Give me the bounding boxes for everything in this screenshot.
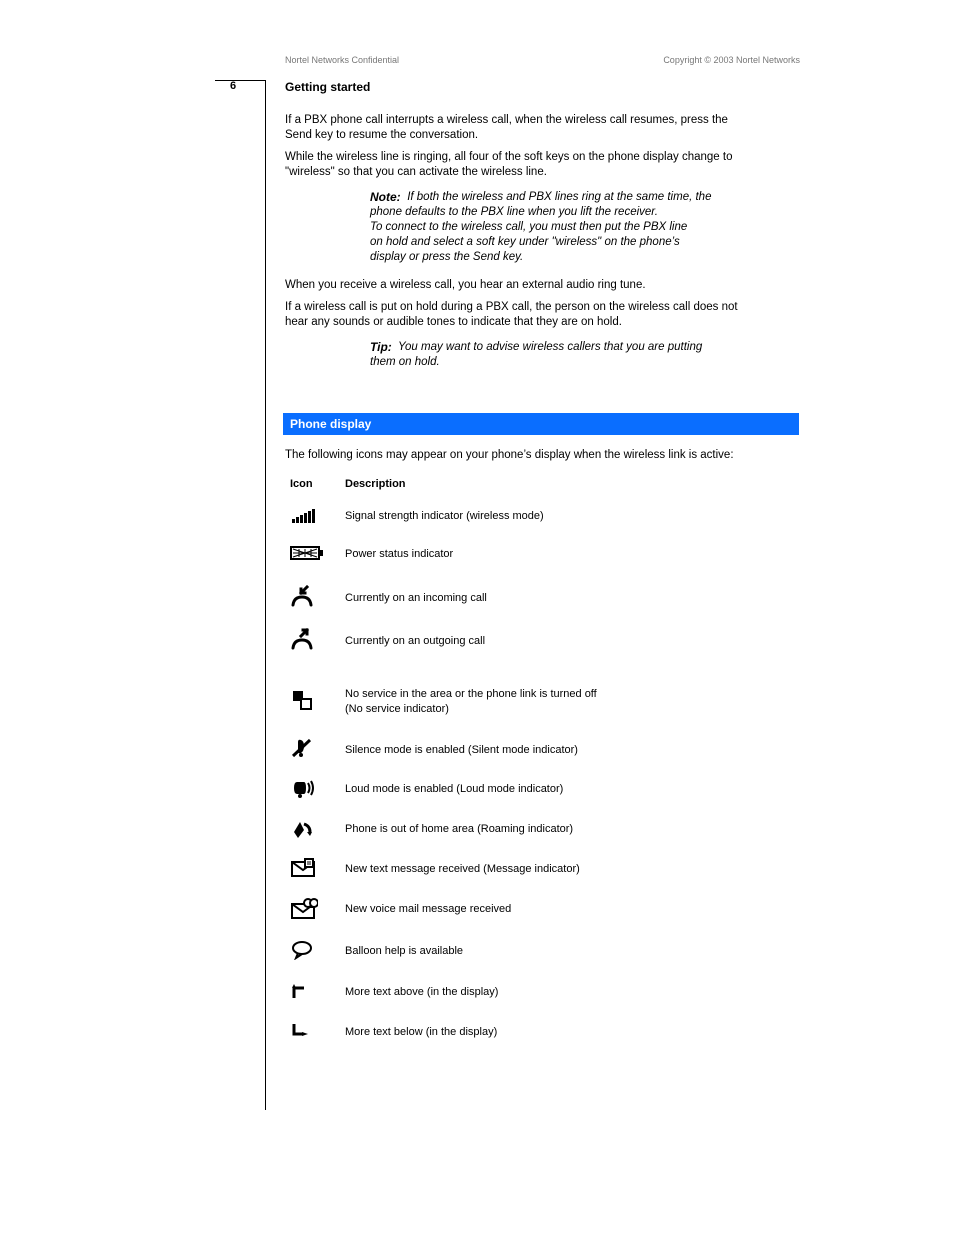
loud-mode-icon <box>290 778 320 808</box>
tip-label: Tip: <box>370 340 392 354</box>
body-line: If a PBX phone call interrupts a wireles… <box>285 113 728 128</box>
signal-icon <box>290 505 320 535</box>
body-line: While the wireless line is ringing, all … <box>285 150 732 165</box>
row-desc: Balloon help is available <box>345 945 463 957</box>
balloon-icon <box>290 940 320 970</box>
header-system: Nortel Networks Confidential <box>285 55 399 65</box>
body-line: Send key to resume the conversation. <box>285 128 478 143</box>
text-more-up-icon <box>290 982 320 1012</box>
note-text: To connect to the wireless call, you mus… <box>370 220 687 235</box>
section-intro: The following icons may appear on your p… <box>285 448 734 463</box>
row-desc: Phone is out of home area (Roaming indic… <box>345 823 573 835</box>
voicemail-icon <box>290 898 320 928</box>
horizontal-tick <box>215 80 265 81</box>
row-desc: Loud mode is enabled (Loud mode indicato… <box>345 783 563 795</box>
header-copyright: Copyright © 2003 Nortel Networks <box>663 55 800 65</box>
running-title: Getting started <box>285 80 370 94</box>
roaming-icon <box>290 818 320 848</box>
col-desc-header: Description <box>345 478 406 490</box>
text-more-down-icon <box>290 1022 320 1052</box>
note-text: display or press the Send key. <box>370 250 523 265</box>
row-desc: More text below (in the display) <box>345 1026 497 1038</box>
body-line: hear any sounds or audible tones to indi… <box>285 315 622 330</box>
tip-text: them on hold. <box>370 355 440 370</box>
page: Nortel Networks Confidential Copyright ©… <box>0 0 954 1235</box>
row-desc: Silence mode is enabled (Silent mode ind… <box>345 744 578 756</box>
row-desc: New voice mail message received <box>345 903 511 915</box>
row-desc: Currently on an outgoing call <box>345 635 485 647</box>
incoming-call-icon <box>290 585 320 615</box>
page-number: 6 <box>230 80 236 92</box>
section-heading: Phone display <box>290 417 371 431</box>
body-line: If a wireless call is put on hold during… <box>285 300 738 315</box>
note-label: Note: <box>370 190 401 204</box>
silent-mode-icon <box>290 738 320 768</box>
tip-text: You may want to advise wireless callers … <box>395 340 702 355</box>
row-desc: Currently on an incoming call <box>345 592 487 604</box>
col-icon-header: Icon <box>290 478 313 490</box>
outgoing-call-icon <box>290 628 320 658</box>
row-desc: Signal strength indicator (wireless mode… <box>345 510 544 522</box>
row-desc: No service in the area or the phone link… <box>345 688 597 700</box>
row-desc: (No service indicator) <box>345 703 449 715</box>
row-desc: Power status indicator <box>345 548 453 560</box>
note-text: on hold and select a soft key under "wir… <box>370 235 680 250</box>
vertical-rule <box>265 80 266 1110</box>
body-line: When you receive a wireless call, you he… <box>285 278 646 293</box>
no-service-icon <box>290 688 320 718</box>
body-line: "wireless" so that you can activate the … <box>285 165 547 180</box>
row-desc: New text message received (Message indic… <box>345 863 580 875</box>
battery-icon <box>290 544 320 574</box>
row-desc: More text above (in the display) <box>345 986 498 998</box>
note-text: phone defaults to the PBX line when you … <box>370 205 658 220</box>
note-text: If both the wireless and PBX lines ring … <box>404 190 711 205</box>
text-message-icon <box>290 858 320 888</box>
